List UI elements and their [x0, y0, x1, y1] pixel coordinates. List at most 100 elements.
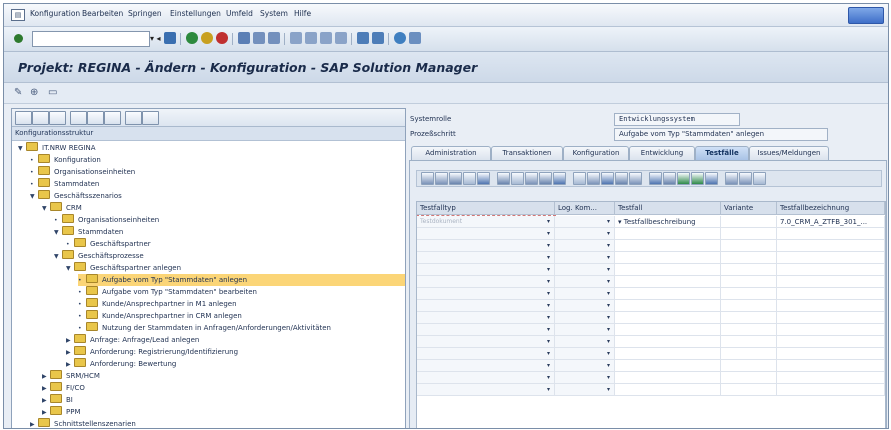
grid-cell[interactable] — [615, 312, 721, 324]
grid-cell[interactable] — [417, 240, 555, 252]
column-header[interactable]: Testfall — [615, 202, 721, 215]
previous-page-icon[interactable] — [305, 32, 317, 44]
grid-cell[interactable] — [777, 252, 885, 264]
testfalltyp-dropdown-icon[interactable]: ▾ — [547, 374, 550, 381]
help-icon[interactable] — [394, 32, 406, 44]
tree-node[interactable]: • Organisationseinheiten — [30, 166, 135, 178]
find-icon[interactable] — [253, 32, 265, 44]
grid-cell[interactable] — [615, 360, 721, 372]
grid-cell[interactable] — [721, 312, 777, 324]
grid-cell[interactable] — [777, 300, 885, 312]
details-icon[interactable] — [421, 172, 434, 185]
filter-icon[interactable] — [553, 172, 566, 185]
grid-cell[interactable] — [615, 288, 721, 300]
grid-cell[interactable] — [615, 384, 721, 396]
search-icon[interactable] — [49, 111, 66, 125]
grid-cell[interactable] — [555, 264, 615, 276]
sort-desc-icon[interactable] — [539, 172, 552, 185]
grid-cell[interactable] — [615, 276, 721, 288]
testfalltyp-dropdown-icon[interactable]: ▾ — [547, 230, 550, 237]
grid-cell[interactable] — [555, 312, 615, 324]
tree-node[interactable]: • Kunde/Ansprechpartner in CRM anlegen — [78, 310, 242, 322]
column-header[interactable]: Testfalltyp — [417, 202, 555, 215]
testfalltyp-dropdown-icon[interactable]: ▾ — [547, 338, 550, 345]
tree-node[interactable]: ▼ Geschäftsprozesse — [54, 250, 144, 262]
tree-node[interactable]: • Nutzung der Stammdaten in Anfragen/Anfo… — [78, 322, 331, 334]
grid-cell[interactable] — [777, 264, 885, 276]
testfalltyp-dropdown-icon[interactable]: ▾ — [547, 242, 550, 249]
tree-node[interactable]: • Kunde/Ansprechpartner in M1 anlegen — [78, 298, 237, 310]
column-header[interactable]: Log. Kom... — [555, 202, 615, 215]
copy-icon[interactable] — [125, 111, 142, 125]
layout-icon[interactable] — [629, 172, 642, 185]
tree-node[interactable]: • Geschäftspartner — [66, 238, 151, 250]
testfalltyp-dropdown-icon[interactable]: ▾ — [547, 314, 550, 321]
first-page-icon[interactable] — [290, 32, 302, 44]
tree-node[interactable]: ▶ PPM — [42, 406, 80, 418]
find-icon[interactable] — [677, 172, 690, 185]
create-icon[interactable] — [463, 172, 476, 185]
log-komponente-dropdown-icon[interactable]: ▾ — [607, 302, 610, 309]
change-icon[interactable] — [477, 172, 490, 185]
menu-umfeld[interactable]: Umfeld — [226, 9, 253, 18]
paste-icon[interactable] — [142, 111, 159, 125]
tree-expander-icon[interactable]: ▼ — [54, 251, 62, 263]
grid-cell[interactable] — [615, 228, 721, 240]
back-icon[interactable] — [186, 32, 198, 44]
tree-node[interactable]: ▼ CRM — [42, 202, 82, 214]
layout-icon[interactable] — [409, 32, 421, 44]
print-icon[interactable] — [601, 172, 614, 185]
log-komponente-dropdown-icon[interactable]: ▾ — [607, 290, 610, 297]
tree-node[interactable]: • Stammdaten — [30, 178, 99, 190]
grid-cell[interactable] — [777, 288, 885, 300]
grid-cell[interactable] — [721, 300, 777, 312]
shortcut-icon[interactable] — [372, 32, 384, 44]
grid-cell[interactable] — [721, 252, 777, 264]
display-change-icon[interactable]: ✎ — [14, 87, 22, 98]
testfalltyp-dropdown-icon[interactable]: ▾ — [547, 278, 550, 285]
command-field[interactable] — [32, 31, 150, 47]
grid-cell[interactable] — [555, 372, 615, 384]
tree-node-selected[interactable]: • Aufgabe vom Typ "Stammdaten" anlegen — [78, 274, 405, 286]
command-dropdown-icon[interactable]: ▾ ◂ — [150, 34, 161, 43]
find-next-icon[interactable] — [87, 111, 104, 125]
log-komponente-dropdown-icon[interactable]: ▾ — [607, 326, 610, 333]
testfalltyp-dropdown-icon[interactable]: ▾ — [547, 386, 550, 393]
grid-cell[interactable] — [555, 276, 615, 288]
enter-icon[interactable] — [14, 34, 23, 43]
testfalltyp-dropdown-icon[interactable]: ▾ — [547, 218, 550, 225]
grid-cell[interactable] — [417, 384, 555, 396]
grid-cell[interactable]: ▾ Testfallbeschreibung — [615, 216, 721, 228]
grid-cell[interactable] — [721, 336, 777, 348]
grid-cell[interactable] — [555, 240, 615, 252]
sort-asc-icon[interactable] — [525, 172, 538, 185]
grid-cell[interactable] — [721, 216, 777, 228]
grid-cell[interactable] — [615, 252, 721, 264]
grid-cell[interactable] — [417, 360, 555, 372]
tree-node[interactable]: ▶ Anforderung: Registrierung/Identifizier… — [66, 346, 238, 358]
grid-cell[interactable] — [417, 312, 555, 324]
tree-node[interactable]: • Organisationseinheiten — [54, 214, 159, 226]
grid-cell[interactable] — [615, 372, 721, 384]
grid-cell[interactable] — [777, 384, 885, 396]
grid-cell[interactable] — [555, 252, 615, 264]
tree-node[interactable]: ▶ FI/CO — [42, 382, 85, 394]
tree-node[interactable]: ▼ Stammdaten — [54, 226, 123, 238]
sap-menu-icon[interactable]: ▤ — [11, 9, 25, 21]
grid-cell[interactable] — [417, 372, 555, 384]
grid-cell[interactable] — [721, 360, 777, 372]
insert-row-icon[interactable] — [705, 172, 718, 185]
grid-cell[interactable] — [555, 216, 615, 228]
tree-node[interactable]: ▼ IT.NRW REGINA — [18, 142, 96, 154]
grid-cell[interactable] — [615, 300, 721, 312]
grid-cell[interactable] — [777, 228, 885, 240]
log-komponente-dropdown-icon[interactable]: ▾ — [607, 374, 610, 381]
testfalltyp-dropdown-icon[interactable]: ▾ — [547, 326, 550, 333]
testfalltyp-dropdown-icon[interactable]: ▾ — [547, 302, 550, 309]
log-komponente-dropdown-icon[interactable]: ▾ — [607, 230, 610, 237]
tree-node[interactable]: • Aufgabe vom Typ "Stammdaten" bearbeiten — [78, 286, 257, 298]
column-header[interactable]: Variante — [721, 202, 777, 215]
save-icon[interactable] — [164, 32, 176, 44]
log-komponente-dropdown-icon[interactable]: ▾ — [607, 314, 610, 321]
window-controls[interactable] — [848, 7, 884, 24]
